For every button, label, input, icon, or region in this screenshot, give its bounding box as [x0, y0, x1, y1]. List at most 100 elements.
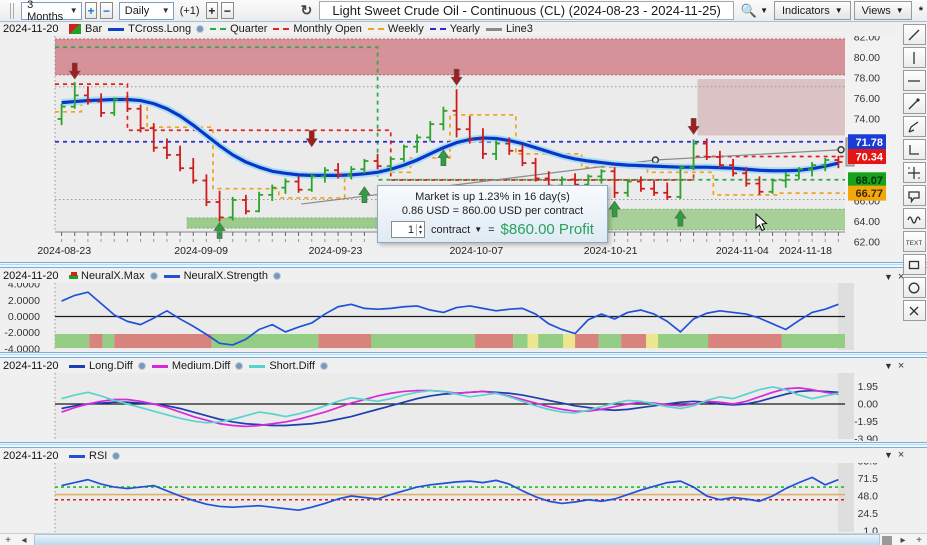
elbow-line-icon [906, 142, 922, 158]
collapse-panel-icon[interactable]: ▼ [884, 272, 893, 282]
scroll-right-button[interactable]: ▸ [895, 535, 911, 545]
elbow-line-tool[interactable] [903, 139, 926, 160]
text-icon: TEXT [906, 234, 922, 250]
crosshair-tool[interactable] [903, 162, 926, 183]
legend-label: RSI [89, 450, 107, 462]
svg-text:68.07: 68.07 [855, 175, 883, 187]
price-panel-legend-weekly[interactable]: Weekly [368, 23, 424, 35]
diff-panel-legend-long-diff[interactable]: Long.Diff [69, 360, 146, 372]
search-caret-icon[interactable]: ▼ [760, 6, 768, 15]
indicators-button[interactable]: Indicators ▼ [774, 1, 851, 20]
info-dot-icon[interactable] [235, 362, 243, 370]
scrollbar-track[interactable] [34, 534, 880, 545]
price-panel-legend-yearly[interactable]: Yearly [430, 23, 480, 35]
close-panel-icon[interactable]: × [898, 449, 904, 461]
contract-unit-dropdown[interactable]: contract ▼ [431, 224, 482, 236]
info-dot-icon[interactable] [320, 362, 328, 370]
bottom-scrollbar: + ◂ ▸ + [0, 533, 927, 545]
svg-text:2024-09-09: 2024-09-09 [174, 245, 228, 257]
rsi-panel-legend-rsi[interactable]: RSI [69, 450, 120, 462]
info-dot-icon[interactable] [150, 272, 158, 280]
contracts-stepper[interactable]: 1 ▴ ▾ [391, 221, 425, 238]
chart-title: Light Sweet Crude Oil - Continuous (CL) … [319, 1, 734, 20]
range-select-value: 3 Months [27, 0, 64, 23]
views-button[interactable]: Views ▼ [854, 1, 912, 20]
legend-label: Quarter [230, 23, 267, 35]
svg-text:2024-10-21: 2024-10-21 [584, 245, 638, 257]
pencil-tool[interactable] [903, 116, 926, 137]
info-dot-icon[interactable] [112, 452, 120, 460]
price-panel-date: 2024-11-20 [3, 23, 63, 35]
close-panel-icon[interactable]: × [898, 360, 904, 372]
scroll-left-button[interactable]: ◂ [16, 535, 32, 545]
rectangle-tool[interactable] [903, 254, 926, 275]
search-icon[interactable]: 🔍 [741, 3, 757, 19]
toolbar-grip[interactable] [10, 3, 14, 19]
scrollbar-thumb[interactable] [882, 536, 892, 545]
price-panel-legend-tcross-long[interactable]: TCross.Long [108, 23, 204, 35]
price-panel-legend-line3[interactable]: Line3 [486, 23, 533, 35]
diff-panel-legend-short-diff[interactable]: Short.Diff [249, 360, 328, 372]
range-increase-button[interactable]: + [85, 2, 98, 19]
price-panel-legend-bar[interactable]: Bar [69, 23, 102, 35]
collapse-panel-icon[interactable]: ▼ [884, 361, 893, 371]
neuralx-panel-legend-neuralx-max[interactable]: NeuralX.Max [69, 270, 158, 282]
interval-increase-button[interactable]: + [206, 2, 219, 19]
interval-decrease-button[interactable]: − [221, 2, 234, 19]
rsi-panel-legend: 2024-11-20RSI [0, 449, 900, 463]
ray-tool[interactable] [903, 93, 926, 114]
horizontal-line-tool[interactable] [903, 70, 926, 91]
price-panel-legend-monthly-open[interactable]: Monthly Open [273, 23, 361, 35]
diff-panel-date: 2024-11-20 [3, 360, 63, 372]
neuralx-panel-date: 2024-11-20 [3, 270, 63, 282]
stepper-arrows[interactable]: ▴ ▾ [416, 224, 424, 236]
info-dot-icon[interactable] [196, 25, 204, 33]
rsi-chart[interactable]: 95.071.548.024.51.0 [0, 463, 900, 535]
legend-label: Long.Diff [89, 360, 133, 372]
svg-text:70.34: 70.34 [855, 152, 883, 164]
interval-select[interactable]: Daily ▼ [119, 2, 174, 20]
indicators-button-label: Indicators [782, 5, 830, 17]
text-tool[interactable]: TEXT [903, 231, 926, 252]
add-panel-button[interactable]: + [0, 535, 16, 545]
refresh-icon[interactable]: ↻ [301, 2, 313, 19]
vertical-line-tool[interactable] [903, 47, 926, 68]
wave-tool[interactable] [903, 208, 926, 229]
svg-text:64.00: 64.00 [854, 216, 880, 228]
price-panel-legend-quarter[interactable]: Quarter [210, 23, 267, 35]
zoom-in-button[interactable]: + [911, 535, 927, 545]
panel-divider[interactable] [0, 442, 927, 448]
chart-title-text: Light Sweet Crude Oil - Continuous (CL) … [332, 3, 721, 18]
collapse-panel-icon[interactable]: ▼ [884, 450, 893, 460]
diff-panel-legend-medium-diff[interactable]: Medium.Diff [152, 360, 243, 372]
legend-label: Line3 [506, 23, 533, 35]
wave-icon [906, 211, 922, 227]
dashed-line-icon [368, 28, 384, 30]
info-dot-icon[interactable] [273, 272, 281, 280]
trendline-tool[interactable] [903, 24, 926, 45]
legend-label: Yearly [450, 23, 480, 35]
info-dot-icon[interactable] [138, 362, 146, 370]
range-decrease-button[interactable]: − [100, 2, 113, 19]
neuralx-chart[interactable]: 4.00002.00000.0000-2.0000-4.0000 [0, 283, 900, 353]
legend-label: TCross.Long [128, 23, 191, 35]
stepper-down-icon[interactable]: ▾ [419, 230, 422, 236]
panel-divider[interactable] [0, 352, 927, 358]
ellipse-tool[interactable] [903, 277, 926, 298]
legend-label: Bar [85, 23, 102, 35]
profit-value: $860.00 Profit [501, 221, 594, 238]
neuralx-panel-legend: 2024-11-20 NeuralX.Max NeuralX.Strength [0, 269, 900, 283]
chevron-down-icon: ▼ [70, 6, 78, 15]
legend-label: Short.Diff [269, 360, 315, 372]
svg-text:4.0000: 4.0000 [8, 283, 40, 291]
panel-divider[interactable] [0, 262, 927, 268]
diff-chart[interactable]: 1.950.00-1.95-3.90 [0, 373, 900, 441]
close-tool[interactable] [903, 300, 926, 321]
neuralx-panel-legend-neuralx-strength[interactable]: NeuralX.Strength [164, 270, 281, 282]
svg-text:-1.95: -1.95 [854, 416, 878, 428]
legend-label: Medium.Diff [172, 360, 230, 372]
range-select[interactable]: 3 Months ▼ [21, 2, 82, 20]
callout-tool[interactable] [903, 185, 926, 206]
svg-text:48.0: 48.0 [858, 491, 879, 503]
ray-icon [906, 96, 922, 112]
